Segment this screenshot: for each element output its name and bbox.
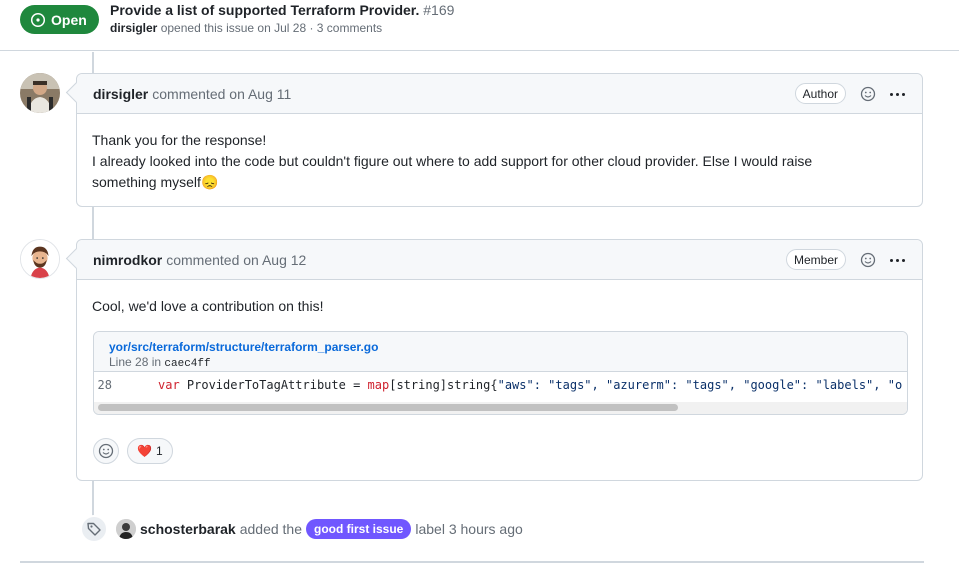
issue-author-link[interactable]: dirsigler — [110, 21, 157, 35]
issue-opened-text: opened this issue on Jul 28 · 3 comments — [160, 21, 383, 35]
issue-title[interactable]: Provide a list of supported Terraform Pr… — [110, 2, 454, 18]
code-permalink-snippet: yor/src/terraform/structure/terraform_pa… — [93, 331, 908, 415]
tag-icon — [80, 515, 108, 543]
timeline-connector — [92, 52, 94, 74]
comment-options-button[interactable] — [886, 85, 908, 103]
add-reaction-icon[interactable] — [860, 252, 876, 268]
good-first-issue-label[interactable]: good first issue — [306, 519, 412, 539]
comment-line: Cool, we'd love a contribution on this! — [92, 298, 324, 314]
comment-header: dirsigler commented on Aug 11 Author — [77, 74, 922, 114]
comment-dirsigler: dirsigler commented on Aug 11 Author Tha… — [76, 73, 923, 207]
avatar-dirsigler[interactable] — [20, 73, 60, 113]
issue-opened-icon — [30, 12, 46, 27]
comment-author[interactable]: nimrodkor — [93, 252, 162, 268]
timeline-connector — [92, 480, 94, 516]
issue-meta: dirsigler opened this issue on Jul 28 · … — [110, 21, 382, 35]
issue-number: #169 — [423, 2, 455, 18]
comment-timestamp[interactable]: commented on Aug 12 — [166, 252, 306, 268]
issue-state-label: Open — [51, 11, 87, 28]
reactions-bar: ❤️ 1 — [93, 438, 173, 464]
event-tail: label 3 hours ago — [415, 521, 523, 537]
commit-sha-link[interactable]: caec4ff — [164, 358, 210, 370]
comment-body: Thank you for the response! I already lo… — [77, 114, 922, 209]
comment-options-button[interactable] — [886, 251, 908, 269]
heart-emoji: ❤️ — [137, 444, 152, 458]
snippet-header: yor/src/terraform/structure/terraform_pa… — [94, 332, 907, 372]
add-reaction-button[interactable] — [93, 438, 119, 464]
event-actor[interactable]: schosterbarak — [140, 521, 236, 537]
horizontal-scrollbar-thumb[interactable] — [98, 404, 678, 411]
issue-title-text: Provide a list of supported Terraform Pr… — [110, 2, 420, 18]
add-reaction-icon[interactable] — [860, 86, 876, 102]
issue-state-badge: Open — [20, 5, 99, 34]
event-action: added the — [239, 521, 303, 537]
smiley-icon — [98, 443, 114, 459]
comment-body: Cool, we'd love a contribution on this! — [77, 280, 922, 333]
sticky-issue-header: Open Provide a list of supported Terrafo… — [0, 0, 959, 51]
comment-nimrodkor: nimrodkor commented on Aug 12 Member Coo… — [76, 239, 923, 481]
label-event: schosterbarak added the good first issue… — [80, 515, 523, 543]
member-badge: Member — [785, 249, 846, 270]
disappointed-emoji: 😞 — [200, 174, 219, 190]
comment-timestamp[interactable]: commented on Aug 11 — [152, 86, 291, 102]
comment-author[interactable]: dirsigler — [93, 86, 148, 102]
code-line: var ProviderToTagAttribute = map[string]… — [158, 378, 903, 392]
comment-line: Thank you for the response! — [92, 132, 267, 148]
heart-count: 1 — [155, 444, 163, 458]
comment-line: I already looked into the code but could… — [92, 153, 813, 169]
comment-header: nimrodkor commented on Aug 12 Member — [77, 240, 922, 280]
timeline-connector — [92, 206, 94, 240]
snippet-code-row: 28 var ProviderToTagAttribute = map[stri… — [94, 372, 907, 398]
heart-reaction-button[interactable]: ❤️ 1 — [127, 438, 173, 464]
avatar-schosterbarak[interactable] — [116, 519, 136, 539]
avatar-nimrodkor[interactable] — [20, 239, 60, 279]
snippet-file-link[interactable]: yor/src/terraform/structure/terraform_pa… — [109, 340, 892, 355]
comment-line: something myself😞 — [92, 174, 219, 190]
line-number[interactable]: 28 — [94, 378, 128, 392]
author-badge: Author — [794, 83, 846, 104]
snippet-line-ref: Line 28 in caec4ff — [109, 355, 211, 370]
